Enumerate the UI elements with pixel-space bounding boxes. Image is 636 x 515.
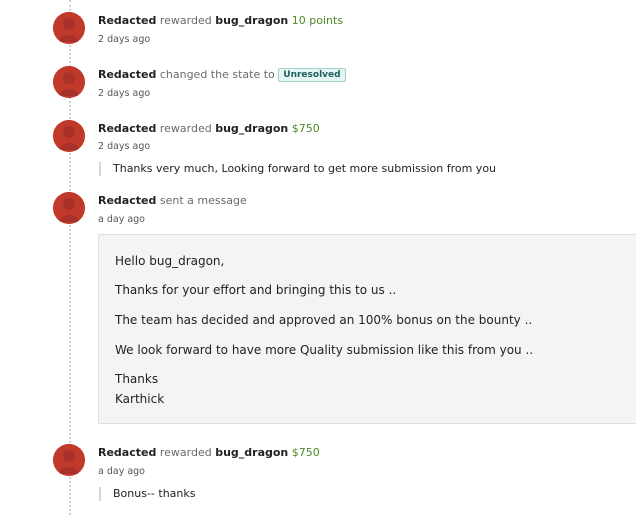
message-signature: Karthick: [115, 392, 165, 406]
reward-comment: Bonus-- thanks: [99, 487, 195, 501]
message-box: Hello bug_dragon, Thanks for your effort…: [98, 234, 636, 424]
message-line: We look forward to have more Quality sub…: [115, 343, 534, 357]
reward-amount: $750: [291, 446, 320, 459]
action-verb: rewarded: [159, 122, 212, 135]
message-greeting: Hello bug_dragon,: [115, 254, 225, 268]
avatar[interactable]: [53, 192, 85, 224]
reward-comment: Thanks very much, Looking forward to get…: [99, 162, 496, 176]
actor-name[interactable]: Redacted: [98, 14, 156, 27]
timestamp[interactable]: 2 days ago: [98, 141, 150, 152]
state-badge: Unresolved: [278, 68, 346, 82]
target-user[interactable]: bug_dragon: [215, 14, 288, 27]
user-avatar-icon: [53, 120, 85, 152]
actor-name[interactable]: Redacted: [98, 446, 156, 459]
user-avatar-icon: [53, 66, 85, 98]
target-user[interactable]: bug_dragon: [215, 122, 288, 135]
message-signoff: Thanks: [115, 372, 159, 386]
avatar[interactable]: [53, 444, 85, 476]
user-avatar-icon: [53, 444, 85, 476]
avatar[interactable]: [53, 66, 85, 98]
timestamp[interactable]: a day ago: [98, 466, 145, 477]
message-line: The team has decided and approved an 100…: [115, 313, 533, 327]
message-line: Thanks for your effort and bringing this…: [115, 283, 397, 297]
reward-amount: 10 points: [291, 14, 344, 27]
actor-name[interactable]: Redacted: [98, 194, 156, 207]
avatar[interactable]: [53, 120, 85, 152]
action-verb: rewarded: [159, 14, 212, 27]
timestamp[interactable]: a day ago: [98, 214, 145, 225]
action-verb: rewarded: [159, 446, 212, 459]
avatar[interactable]: [53, 12, 85, 44]
target-user[interactable]: bug_dragon: [215, 446, 288, 459]
timestamp[interactable]: 2 days ago: [98, 34, 150, 45]
reward-amount: $750: [291, 122, 320, 135]
timestamp[interactable]: 2 days ago: [98, 88, 150, 99]
actor-name[interactable]: Redacted: [98, 122, 156, 135]
action-verb: sent a message: [159, 194, 247, 207]
user-avatar-icon: [53, 192, 85, 224]
actor-name[interactable]: Redacted: [98, 68, 156, 81]
user-avatar-icon: [53, 12, 85, 44]
action-verb: changed the state to: [159, 68, 275, 81]
